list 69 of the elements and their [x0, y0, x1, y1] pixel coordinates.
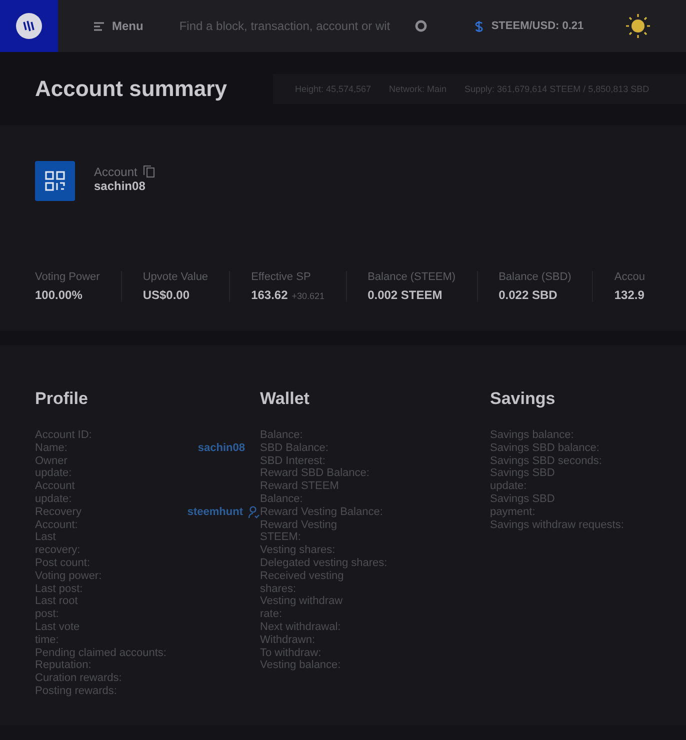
field-label: Withdrawn:	[260, 634, 316, 647]
qr-code-icon	[44, 170, 66, 192]
menu-button[interactable]: Menu	[90, 15, 148, 37]
field-label: Reward STEEM Balance:	[260, 480, 340, 506]
search-icon[interactable]	[415, 20, 428, 32]
field-label: Reward SBD Balance:	[260, 467, 370, 480]
menu-icon	[94, 22, 104, 30]
price-ticker: STEEM/USD: 0.21	[491, 20, 584, 32]
field-label: Last post:	[35, 582, 83, 596]
field-label: SBD Balance:	[260, 442, 328, 455]
metric-label: Accou	[614, 271, 645, 283]
metric-label: Balance (SBD)	[498, 271, 572, 283]
field-label: Vesting withdraw rate:	[260, 595, 344, 621]
field-label: Next withdrawal:	[260, 620, 342, 634]
metric-label: Upvote Value	[142, 271, 208, 283]
field-label: Delegated vesting shares:	[260, 556, 388, 570]
copy-icon[interactable]	[143, 165, 156, 178]
field-label: Last recovery:	[35, 531, 82, 557]
metric-value: 100.00%	[35, 288, 82, 302]
field-label: Vesting balance:	[260, 659, 341, 672]
metric-value: 132.9	[614, 288, 644, 302]
section-heading: Wallet	[260, 389, 310, 409]
field-label: Pending claimed accounts:	[35, 646, 166, 660]
metric-value: US$0.00	[142, 288, 190, 302]
field-label: Recovery Account:	[35, 506, 82, 532]
metric-value: 0.022 SBD	[498, 288, 558, 302]
metric-delta: +30.621	[292, 291, 325, 301]
field-label: Reward Vesting Balance:	[260, 506, 383, 519]
sun-icon[interactable]	[626, 14, 650, 38]
field-label: Name:	[35, 442, 68, 455]
qr-code-avatar[interactable]	[35, 161, 75, 201]
field-label: Voting power:	[35, 570, 102, 583]
search-field[interactable]: Find a block, transaction, account or wit	[177, 18, 406, 34]
page-title: Account summary	[35, 76, 227, 102]
metric-label: Effective SP	[251, 271, 312, 283]
account-link[interactable]: sachin08	[198, 442, 245, 455]
field-label: Vesting shares:	[260, 544, 336, 557]
field-label: To withdraw:	[260, 646, 322, 660]
account-link[interactable]: steemhunt	[187, 506, 260, 519]
account-name: sachin08	[94, 179, 146, 193]
field-label: Posting rewards:	[35, 684, 117, 698]
field-label: Savings SBD payment:	[490, 492, 556, 519]
field-label: Account ID:	[35, 429, 92, 442]
metric-label: Voting Power	[35, 271, 100, 283]
field-label: Savings SBD seconds:	[490, 454, 602, 468]
section-heading: Savings	[490, 389, 556, 409]
metric-value: 0.002 STEEM	[368, 288, 442, 302]
field-label: Reputation:	[35, 659, 92, 672]
field-label: SBD Interest:	[260, 454, 326, 468]
field-label: Account update:	[35, 480, 76, 506]
field-label: Reward Vesting STEEM:	[260, 518, 338, 544]
dollar-icon	[475, 20, 484, 32]
field-label: Last vote time:	[35, 620, 81, 647]
section-heading: Profile	[35, 389, 89, 409]
field-label: Savings withdraw requests:	[490, 518, 624, 532]
field-label: Last root post:	[35, 595, 79, 621]
field-label: Curation rewards:	[35, 672, 122, 685]
metric-value: 163.62	[251, 288, 288, 302]
user-check-icon	[248, 506, 260, 519]
field-label: Received vesting shares:	[260, 570, 345, 596]
field-label: Post count:	[35, 556, 90, 570]
field-label: Owner update:	[35, 454, 73, 480]
metric-label: Balance (STEEM)	[368, 271, 456, 283]
logo-icon[interactable]	[16, 13, 42, 39]
field-label: Savings SBD balance:	[490, 442, 600, 455]
field-label: Savings balance:	[490, 429, 574, 442]
field-label: Savings SBD update:	[490, 467, 556, 493]
field-label: Balance:	[260, 429, 303, 442]
account-label: Account	[94, 165, 138, 179]
